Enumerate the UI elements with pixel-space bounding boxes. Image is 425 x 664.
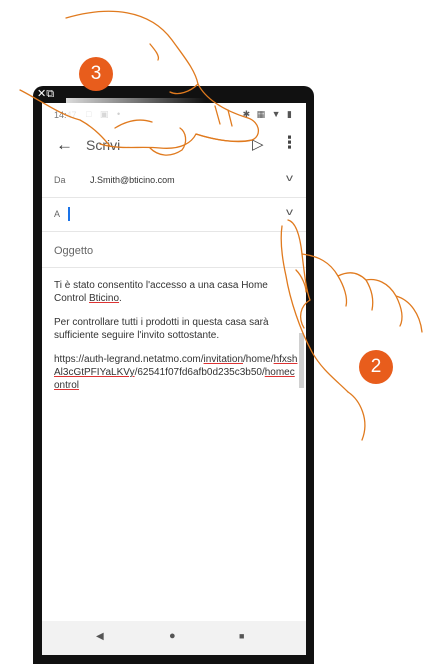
- step-badge: 3: [79, 57, 113, 91]
- pointing-hands-illustration: [19, 10, 423, 441]
- step-badge: 2: [359, 350, 393, 384]
